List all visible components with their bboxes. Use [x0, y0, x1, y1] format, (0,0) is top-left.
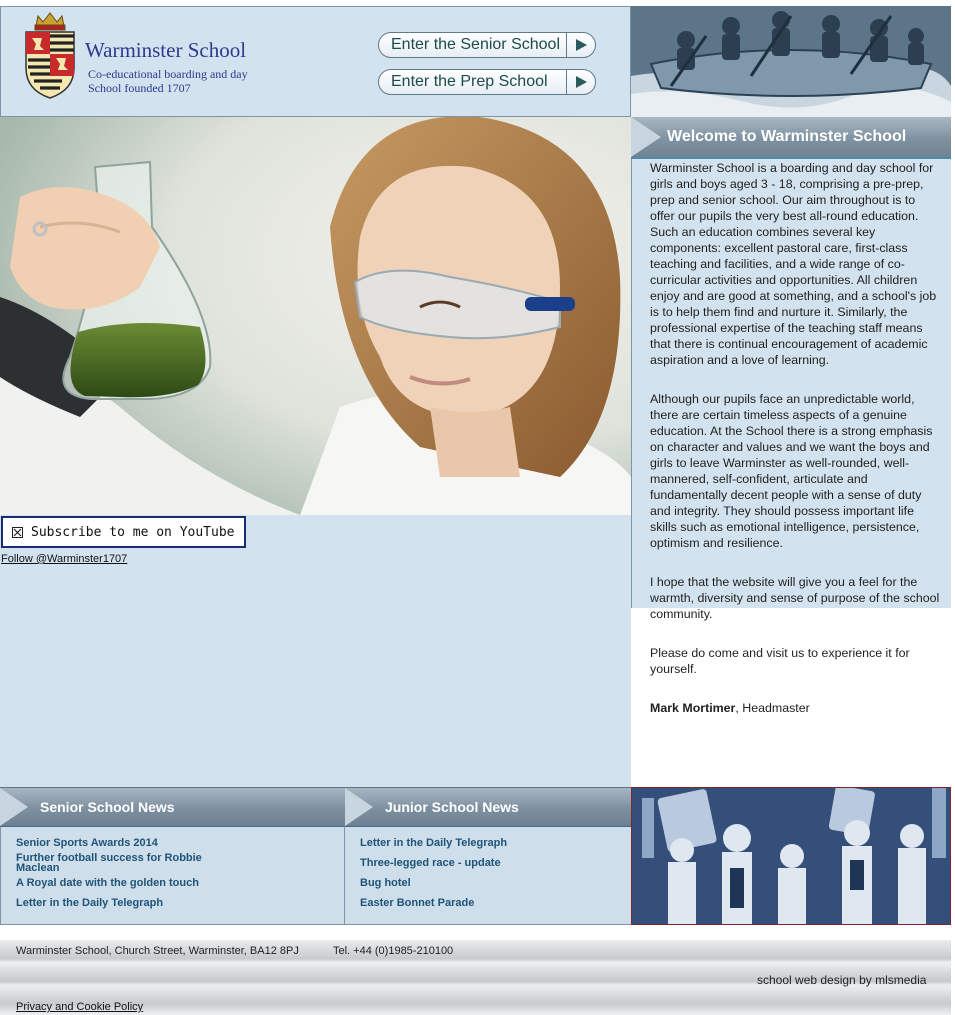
welcome-paragraph: Although our pupils face an unpredictabl… — [650, 392, 933, 550]
enter-senior-school-label: Enter the Senior School — [391, 36, 560, 53]
hero-photo-science-student — [0, 117, 631, 515]
junior-news-item[interactable]: Letter in the Daily Telegraph — [360, 838, 507, 849]
header-triangle-decoration — [631, 117, 661, 157]
welcome-header: Welcome to Warminster School — [631, 117, 951, 159]
senior-news-item[interactable]: A Royal date with the golden touch — [16, 878, 199, 889]
junior-news-item[interactable]: Easter Bonnet Parade — [360, 898, 474, 909]
welcome-paragraph: Warminster School is a boarding and day … — [650, 161, 937, 367]
footer-telephone: Tel. +44 (0)1985-210100 — [333, 945, 454, 957]
header-triangle-decoration — [0, 788, 28, 826]
junior-news-item[interactable]: Bug hotel — [360, 878, 411, 889]
headmaster-signature: Mark Mortimer, Headmaster — [650, 700, 943, 716]
youtube-subscribe-label: Subscribe to me on YouTube — [31, 524, 235, 540]
twitter-follow-link[interactable]: Follow @Warminster1707 — [1, 553, 127, 565]
senior-news-item[interactable]: Senior Sports Awards 2014 — [16, 838, 158, 849]
headmaster-name: Mark Mortimer — [650, 701, 736, 715]
senior-news-title: Senior School News — [40, 799, 175, 815]
junior-news-item[interactable]: Three-legged race - update — [360, 858, 501, 869]
senior-news-item[interactable]: Letter in the Daily Telegraph — [16, 898, 163, 909]
youtube-subscribe-button[interactable]: Subscribe to me on YouTube — [1, 516, 246, 548]
footer-address: Warminster School, Church Street, Warmin… — [16, 945, 299, 957]
play-arrow-icon — [566, 33, 595, 57]
privacy-cookie-policy-link[interactable]: Privacy and Cookie Policy — [16, 1001, 143, 1013]
senior-news-header: Senior School News — [0, 787, 345, 826]
web-design-credit: school web design by mlsmedia — [757, 973, 927, 987]
tagline-line-1: Co-educational boarding and day — [88, 67, 248, 81]
tagline-line-2: School founded 1707 — [88, 81, 191, 95]
welcome-paragraph: I hope that the website will give you a … — [650, 575, 940, 621]
header-triangle-decoration — [345, 788, 373, 826]
school-crest-logo[interactable] — [22, 10, 78, 100]
junior-news-title: Junior School News — [385, 799, 519, 815]
enter-senior-school-button[interactable]: Enter the Senior School — [378, 32, 596, 58]
enter-prep-school-button[interactable]: Enter the Prep School — [378, 69, 596, 95]
senior-news-list: Senior Sports Awards 2014 Further footba… — [0, 826, 345, 925]
play-arrow-icon — [566, 70, 595, 94]
junior-pupils-photo — [631, 787, 951, 925]
junior-news-header: Junior School News — [345, 787, 631, 826]
rafting-photo — [631, 6, 951, 117]
welcome-text: Warminster School is a boarding and day … — [650, 160, 943, 739]
broken-image-icon — [12, 526, 23, 538]
junior-news-list: Letter in the Daily Telegraph Three-legg… — [345, 826, 631, 925]
school-name: Warminster School — [85, 38, 247, 62]
welcome-title: Welcome to Warminster School — [667, 128, 907, 145]
welcome-paragraph: Please do come and visit us to experienc… — [650, 646, 910, 676]
headmaster-role: , Headmaster — [735, 701, 810, 715]
senior-news-item[interactable]: Further football success for Robbie Macl… — [16, 853, 226, 874]
enter-prep-school-label: Enter the Prep School — [391, 73, 548, 90]
